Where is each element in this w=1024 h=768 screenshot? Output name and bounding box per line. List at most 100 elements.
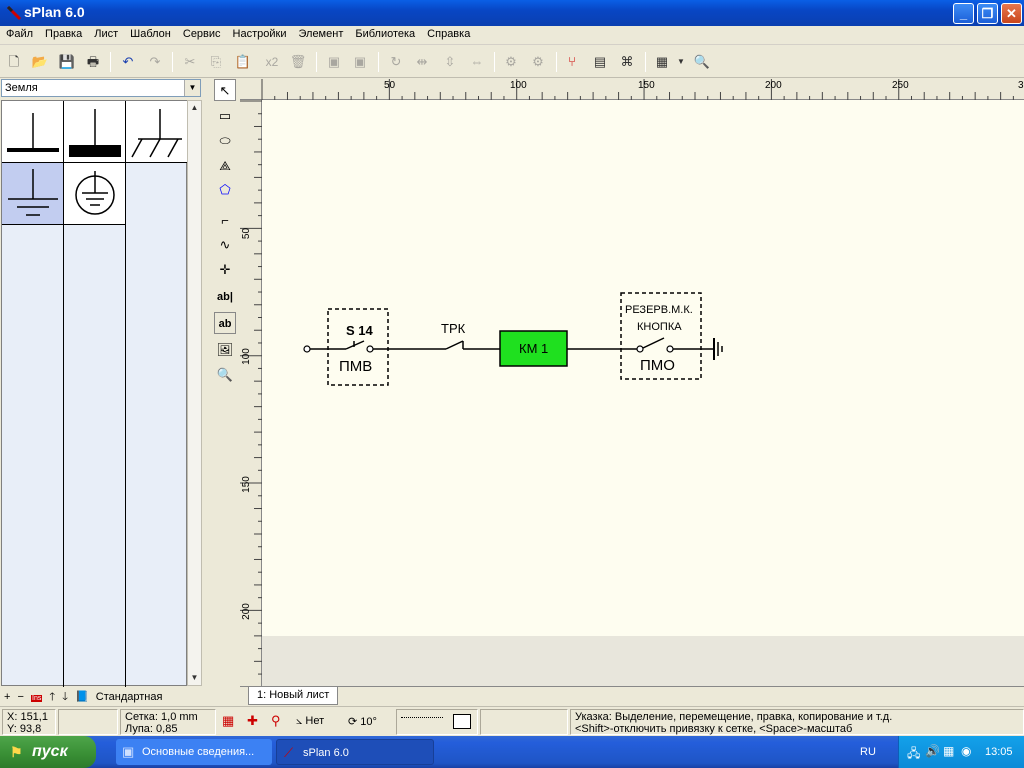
undo-icon[interactable]: ↶ (118, 53, 138, 71)
copy-icon[interactable]: ⎘ (206, 53, 226, 71)
sheet-tab-1[interactable]: 1: Новый лист (248, 687, 339, 705)
delete-icon[interactable]: 🗑 (288, 53, 308, 71)
line-style-panel[interactable] (396, 709, 478, 735)
status-hint-line-2: <Shift>-отключить привязку к сетке, <Spa… (575, 723, 853, 735)
line-tool-icon[interactable]: ⌐ (214, 210, 236, 232)
library-select[interactable]: Земля ▼ (1, 79, 201, 97)
ruler-label: 50 (384, 80, 396, 91)
save-disk-icon[interactable]: 💾 (57, 53, 77, 71)
pointer-tool-icon[interactable]: ↖ (214, 79, 236, 101)
rectangle-tool-icon[interactable]: ▭ (214, 105, 236, 127)
switch1-top-label: S 14 (346, 323, 373, 338)
volume-icon[interactable]: 🔊 (925, 744, 940, 758)
move-down-icon[interactable]: 🡓 (62, 688, 68, 707)
snap-toggle-icon[interactable]: ✚ (247, 713, 263, 729)
move-up-icon[interactable]: 🡑 (49, 688, 55, 707)
grid-icon[interactable]: ▦ (652, 53, 672, 71)
network-icon[interactable]: 🖧 (907, 744, 920, 765)
start-button[interactable]: ⚑ пуск (0, 736, 96, 768)
send-back-icon[interactable]: ▣ (350, 53, 370, 71)
numbering-icon[interactable]: ⑂ (562, 53, 582, 71)
scroll-down-icon[interactable]: ▼ (188, 671, 201, 685)
grid-dropdown-chevron-icon[interactable]: ▼ (676, 53, 686, 71)
ruler-label: 200 (765, 80, 782, 91)
ground-thick-icon (69, 109, 121, 157)
window-title: sPlan 6.0 (24, 4, 85, 20)
symbol-ground-1[interactable] (2, 101, 64, 163)
palette-scrollbar[interactable]: ▲ ▼ (187, 100, 202, 686)
symbol-ground-5[interactable] (64, 163, 126, 225)
print-icon[interactable]: 🖶 (83, 53, 103, 71)
group-icon[interactable]: ⚙ (501, 53, 521, 71)
align-icon[interactable]: ⇔ (467, 53, 487, 71)
menu-help[interactable]: Справка (421, 26, 476, 42)
symbol-ground-2[interactable] (64, 101, 126, 163)
image-tool-icon[interactable]: 🖼 (214, 339, 236, 361)
ungroup-icon[interactable]: ⚙ (528, 53, 548, 71)
tray-media-icon[interactable]: ◉ (961, 744, 971, 758)
rotate-icon[interactable]: ↻ (386, 53, 406, 71)
symbol-ground-4[interactable] (2, 163, 64, 225)
mirror-v-icon[interactable]: ⇳ (440, 53, 460, 71)
grid-snap-icon[interactable]: ▦ (222, 713, 238, 729)
rotation-angle-button[interactable]: ⟳ 10° (348, 715, 377, 728)
bring-front-icon[interactable]: ▣ (324, 53, 344, 71)
ruler-label: 150 (638, 80, 655, 91)
task-splan[interactable]: ⟋ sPlan 6.0 (276, 739, 434, 765)
task-word-document[interactable]: ▣ Основные сведения... (116, 739, 272, 765)
polygon-tool-icon[interactable]: ⟁ (214, 155, 236, 177)
minimize-button[interactable]: _ (953, 3, 974, 24)
earth-ground-icon (8, 169, 58, 216)
mirror-h-icon[interactable]: ⇹ (412, 53, 432, 71)
rotate-angle-icon: ⟳ (348, 716, 358, 728)
paste-multiple-button[interactable]: x2 (259, 53, 285, 71)
angle-mode-label: Нет (305, 715, 325, 727)
add-library-icon[interactable]: + (4, 691, 10, 703)
button-top-label-1: РЕЗЕРВ.М.К. (625, 304, 693, 316)
menu-sheet[interactable]: Лист (88, 26, 124, 42)
menu-edit[interactable]: Правка (39, 26, 88, 42)
fill-color-swatch[interactable] (453, 714, 471, 729)
menu-library[interactable]: Библиотека (349, 26, 421, 42)
task-word-label: Основные сведения... (142, 746, 255, 758)
vertical-ruler: 50 100 150 200 (240, 100, 262, 686)
drawing-sheet[interactable]: S 14 ПМВ ТРК КМ 1 РЕЗЕРВ.М.К. КНОПКА ПМО (262, 100, 1024, 636)
switch1-bottom-label: ПМВ (339, 358, 373, 375)
text-frame-tool[interactable]: ab (214, 312, 236, 334)
redo-icon[interactable]: ↷ (145, 53, 165, 71)
drawing-canvas[interactable]: S 14 ПМВ ТРК КМ 1 РЕЗЕРВ.М.К. КНОПКА ПМО (262, 100, 1024, 686)
remove-library-icon[interactable]: − (18, 691, 24, 703)
language-indicator[interactable]: RU (860, 746, 876, 758)
maximize-button[interactable]: ❐ (977, 3, 998, 24)
menu-element[interactable]: Элемент (292, 26, 349, 42)
status-empty-1 (58, 709, 118, 735)
symbol-ground-3[interactable] (126, 101, 188, 163)
tray-app-icon[interactable]: ▦ (943, 744, 954, 758)
menu-service[interactable]: Сервис (177, 26, 227, 42)
ellipse-tool-icon[interactable]: ⬭ (214, 130, 236, 152)
insert-symbol-icon[interactable]: Ins (31, 695, 43, 702)
new-file-icon[interactable]: 🗋 (4, 53, 24, 71)
polygon-fill-tool-icon[interactable]: ⬠ (214, 179, 236, 201)
menu-template[interactable]: Шаблон (124, 26, 177, 42)
open-folder-icon[interactable]: 📂 (30, 53, 50, 71)
scroll-up-icon[interactable]: ▲ (188, 101, 201, 115)
paste-icon[interactable]: 📋 (233, 53, 253, 71)
system-tray: 🖧 🔊 ▦ ◉ 13:05 (898, 736, 1024, 768)
menu-settings[interactable]: Настройки (227, 26, 293, 42)
menu-file[interactable]: Файл (0, 26, 39, 42)
chevron-down-icon[interactable]: ▼ (184, 80, 200, 96)
cut-icon[interactable]: ✂ (180, 53, 200, 71)
angle-mode-button[interactable]: ⦣ Нет (296, 715, 324, 728)
magnet-icon[interactable]: ⚲ (271, 713, 287, 729)
junction-tool-icon[interactable]: ✛ (214, 259, 236, 281)
text-tool[interactable]: ab| (214, 286, 236, 308)
zoom-tool-icon[interactable]: 🔍 (214, 364, 236, 386)
search-binoculars-icon[interactable]: ⌘ (617, 53, 637, 71)
ruler-label: 200 (240, 603, 252, 620)
bezier-tool-icon[interactable]: ∿ (214, 234, 236, 256)
parts-list-icon[interactable]: ▤ (590, 53, 610, 71)
library-book-icon[interactable]: 📘 (75, 690, 89, 703)
close-button[interactable]: ✕ (1001, 3, 1022, 24)
zoom-fit-icon[interactable]: 🔍 (692, 53, 712, 71)
